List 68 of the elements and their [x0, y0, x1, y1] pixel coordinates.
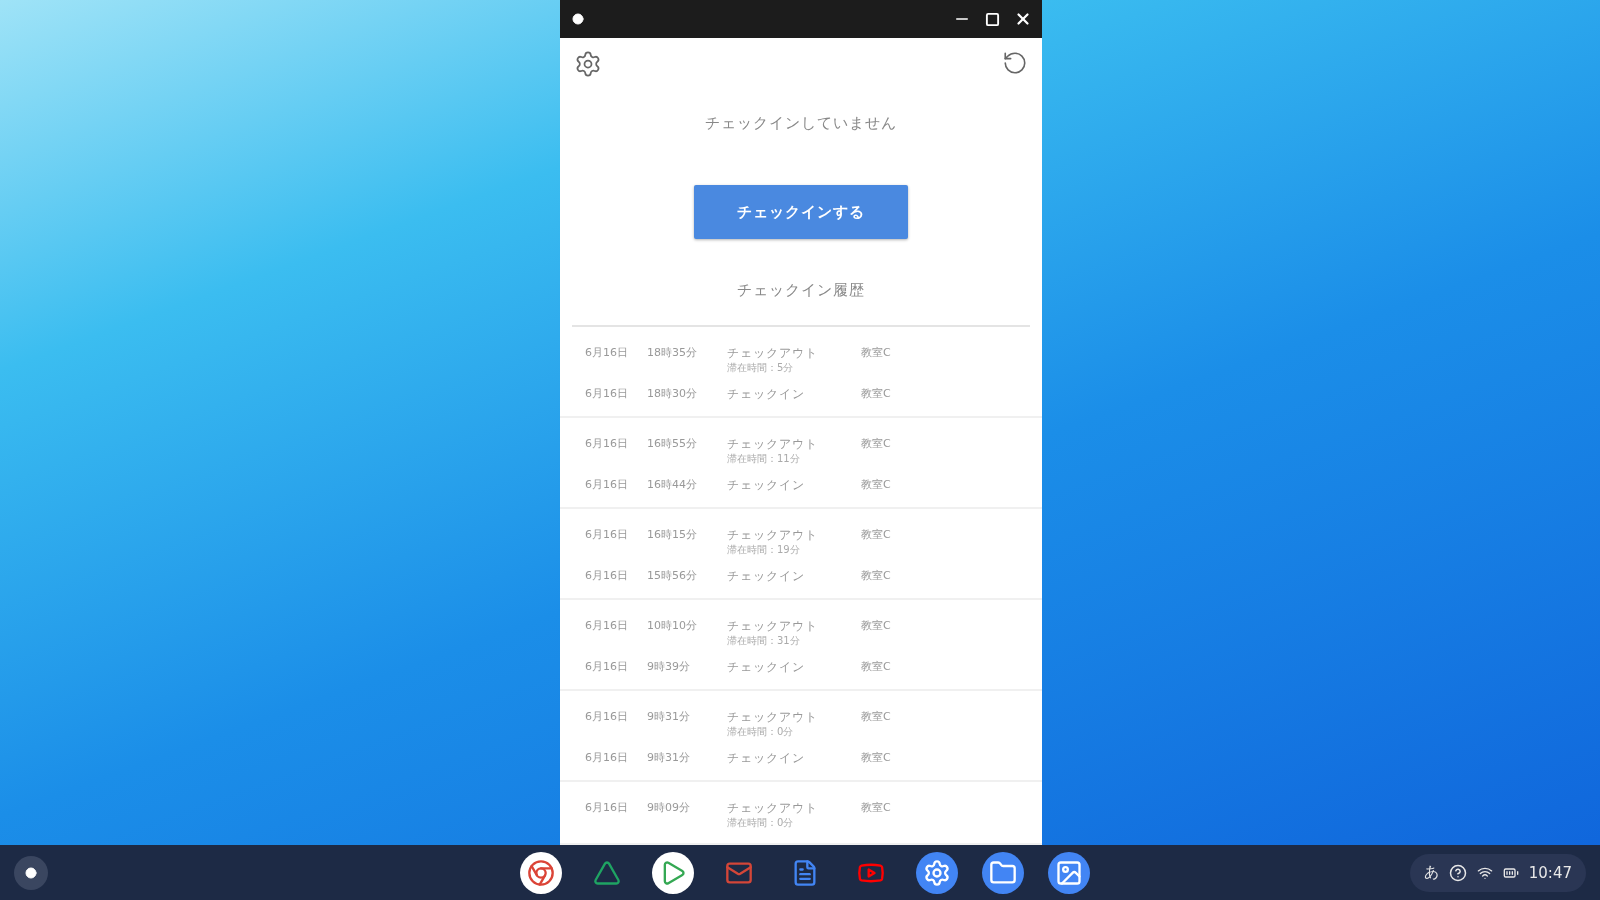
clock-text: 10:47	[1528, 863, 1572, 882]
action-text: チェックイン	[727, 568, 806, 584]
launcher-button[interactable]	[14, 855, 48, 890]
stay-duration-text: 滞在時間：19分	[727, 543, 801, 556]
time-text: 18時30分	[647, 386, 698, 402]
image-icon[interactable]	[1048, 851, 1090, 894]
place-text: 教室C	[861, 659, 892, 675]
play-icon[interactable]	[652, 851, 694, 894]
stay-duration-text: 滞在時間：0分	[727, 725, 795, 738]
time-text: 16時55分	[647, 436, 698, 452]
date-text: 6月16日	[585, 436, 629, 452]
action-text: チェックイン	[727, 386, 806, 402]
place-text: 教室C	[861, 386, 892, 402]
status-text: チェックインしていません	[704, 114, 898, 133]
app-icon	[572, 13, 584, 25]
action-text: チェックアウト	[727, 800, 819, 816]
stay-duration-text: 滞在時間：0分	[727, 816, 795, 829]
place-text: 教室C	[861, 477, 892, 493]
date-text: 6月16日	[585, 750, 629, 766]
place-text: 教室C	[861, 436, 892, 452]
action-text: チェックイン	[727, 750, 806, 766]
date-text: 6月16日	[585, 345, 629, 361]
date-text: 6月16日	[585, 709, 629, 725]
stay-duration-text: 滞在時間：5分	[727, 361, 795, 374]
stay-duration-text: 滞在時間：11分	[727, 452, 801, 465]
date-text: 6月16日	[585, 527, 629, 543]
time-text: 18時35分	[647, 345, 698, 361]
checkin-button[interactable]: チェックインする	[694, 185, 908, 239]
action-text: チェックアウト	[727, 345, 819, 361]
stay-duration-text: 滞在時間：31分	[727, 634, 801, 647]
time-text: 9時39分	[647, 659, 691, 675]
date-text: 6月16日	[585, 618, 629, 634]
action-text: チェックイン	[727, 477, 806, 493]
time-text: 10時10分	[647, 618, 698, 634]
help-icon	[1448, 863, 1467, 882]
close-icon[interactable]	[1014, 10, 1032, 28]
time-text: 9時31分	[647, 750, 691, 766]
action-text: チェックアウト	[727, 436, 819, 452]
place-text: 教室C	[861, 800, 892, 816]
time-text: 9時31分	[647, 709, 691, 725]
place-text: 教室C	[861, 709, 892, 725]
date-text: 6月16日	[585, 568, 629, 584]
history-title: チェックイン履歴	[736, 281, 866, 300]
action-text: チェックイン	[727, 659, 806, 675]
dot-icon	[25, 866, 37, 879]
date-text: 6月16日	[585, 800, 629, 816]
time-text: 16時44分	[647, 477, 698, 493]
date-text: 6月16日	[585, 659, 629, 675]
action-text: チェックアウト	[727, 527, 819, 543]
place-text: 教室C	[861, 750, 892, 766]
place-text: 教室C	[861, 618, 892, 634]
place-text: 教室C	[861, 568, 892, 584]
ime-indicator: あ	[1423, 863, 1439, 882]
folder-icon[interactable]	[982, 851, 1024, 894]
date-text: 6月16日	[585, 477, 629, 493]
time-text: 15時56分	[647, 568, 698, 584]
action-text: チェックアウト	[727, 618, 819, 634]
browser-icon[interactable]	[520, 851, 562, 894]
status-tray[interactable]: あ 10:47	[1409, 853, 1586, 892]
maximize-icon[interactable]	[985, 11, 1000, 27]
place-text: 教室C	[861, 527, 892, 543]
time-text: 16時15分	[647, 527, 698, 543]
action-text: チェックアウト	[727, 709, 819, 725]
time-text: 9時09分	[647, 800, 691, 816]
refresh-icon[interactable]	[1002, 50, 1028, 76]
settings-icon[interactable]	[916, 851, 958, 894]
date-text: 6月16日	[585, 386, 629, 402]
place-text: 教室C	[861, 345, 892, 361]
